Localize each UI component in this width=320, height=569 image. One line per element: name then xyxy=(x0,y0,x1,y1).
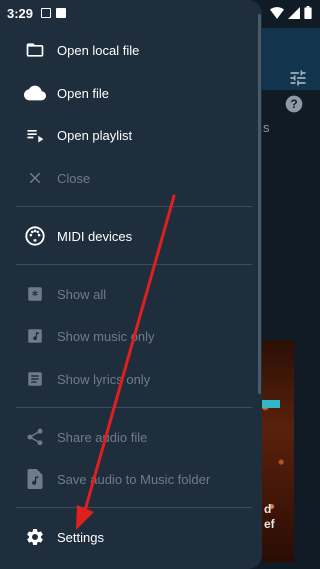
menu-share-audio-file[interactable]: Share audio file xyxy=(0,417,252,457)
midi-icon xyxy=(24,225,46,247)
divider xyxy=(16,264,252,265)
svg-text:*: * xyxy=(32,288,39,302)
folder-open-icon xyxy=(24,39,46,61)
divider xyxy=(16,407,252,408)
status-icons xyxy=(270,6,312,19)
divider xyxy=(16,206,252,207)
menu-label: Open playlist xyxy=(57,127,133,143)
album-art-caption: d ef xyxy=(264,502,275,532)
status-bar: 3:29 xyxy=(0,0,320,26)
menu-label: Open file xyxy=(57,85,110,101)
menu-midi-devices[interactable]: MIDI devices xyxy=(0,216,252,256)
menu-open-file[interactable]: Open file xyxy=(0,73,252,113)
signal-icon xyxy=(288,6,300,19)
album-art-caption-line2: ef xyxy=(264,517,275,531)
menu-label: Share audio file xyxy=(57,429,148,445)
navigation-drawer: Open local file Open file Open playlist … xyxy=(0,0,262,569)
menu-save-audio-to-music-folder[interactable]: Save audio to Music folder xyxy=(0,459,252,499)
gear-icon xyxy=(24,526,46,548)
menu-label: MIDI devices xyxy=(57,228,133,244)
background-partial-text: s xyxy=(263,120,270,135)
lyrics-icon xyxy=(24,368,46,390)
help-icon[interactable]: ? xyxy=(284,94,304,114)
menu-label: Show music only xyxy=(57,328,155,344)
album-art-caption-line1: d xyxy=(264,502,272,516)
image-notification-icon xyxy=(41,8,52,18)
status-time: 3:29 xyxy=(7,5,34,21)
equalizer-icon[interactable] xyxy=(288,68,308,88)
divider xyxy=(16,507,252,508)
menu-show-all[interactable]: * Show all xyxy=(0,274,252,314)
menu-label: Close xyxy=(57,170,91,186)
menu-label: Save audio to Music folder xyxy=(57,471,211,487)
music-note-icon xyxy=(24,325,46,347)
menu-settings[interactable]: Settings xyxy=(0,517,252,557)
menu-close[interactable]: Close xyxy=(0,158,252,198)
asterisk-icon: * xyxy=(24,283,46,305)
app-notification-icon xyxy=(56,8,67,18)
close-icon xyxy=(24,167,46,189)
menu-label: Open local file xyxy=(57,42,140,58)
menu-label: Show lyrics only xyxy=(57,371,151,387)
music-file-icon xyxy=(24,468,46,490)
album-art-accent xyxy=(262,400,280,408)
cloud-icon xyxy=(24,82,46,104)
share-icon xyxy=(24,426,46,448)
drawer-scrollbar[interactable] xyxy=(258,14,261,394)
menu-label: Settings xyxy=(57,529,104,545)
menu-open-local-file[interactable]: Open local file xyxy=(0,30,252,70)
menu-open-playlist[interactable]: Open playlist xyxy=(0,115,252,155)
menu-show-lyrics-only[interactable]: Show lyrics only xyxy=(0,359,252,399)
wifi-icon xyxy=(270,6,284,19)
menu-show-music-only[interactable]: Show music only xyxy=(0,316,252,356)
playlist-icon xyxy=(24,124,46,146)
svg-text:?: ? xyxy=(290,98,297,111)
menu-label: Show all xyxy=(57,286,107,302)
battery-icon xyxy=(304,6,312,19)
